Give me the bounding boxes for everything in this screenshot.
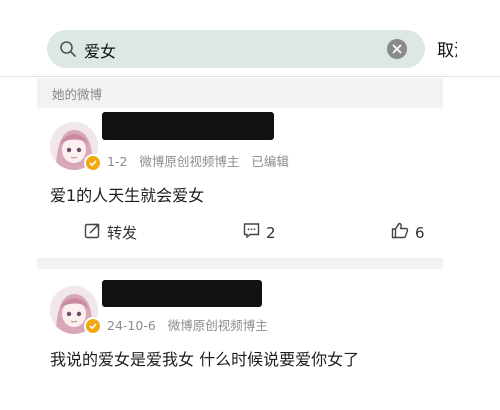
post-meta: 1-2 微博原创视频博主 已编辑 bbox=[107, 151, 297, 170]
redacted-username bbox=[102, 112, 274, 140]
post-meta: 24-10-6 微博原创视频博主 bbox=[107, 315, 276, 334]
like-button[interactable]: 6 bbox=[391, 222, 425, 243]
repost-label: 转发 bbox=[107, 224, 138, 242]
like-count: 6 bbox=[415, 223, 425, 242]
search-bar[interactable]: 爱女 bbox=[47, 30, 425, 68]
post-date: 24-10-6 bbox=[107, 318, 156, 333]
cancel-button[interactable]: 取消 bbox=[437, 36, 457, 61]
divider bbox=[0, 76, 500, 77]
comment-button[interactable]: 2 bbox=[243, 222, 276, 243]
section-header: 她的微博 bbox=[37, 78, 443, 108]
post-text[interactable]: 我说的爱女是爱我女 什么时候说要爱你女了 bbox=[50, 346, 359, 370]
verified-badge-icon bbox=[84, 154, 102, 172]
edited-label: 已编辑 bbox=[251, 154, 289, 169]
post-separator bbox=[37, 258, 443, 269]
search-input[interactable]: 爱女 bbox=[84, 38, 116, 62]
repost-icon bbox=[84, 222, 101, 243]
redacted-username bbox=[102, 280, 262, 307]
comment-count: 2 bbox=[266, 223, 276, 242]
clear-icon[interactable] bbox=[387, 39, 407, 59]
verified-badge-icon bbox=[84, 317, 102, 335]
section-label: 她的微博 bbox=[52, 87, 103, 102]
repost-button[interactable]: 转发 bbox=[84, 222, 137, 243]
like-icon bbox=[391, 222, 409, 243]
post-date: 1-2 bbox=[107, 154, 128, 169]
search-icon bbox=[59, 40, 77, 58]
post-tag: 微博原创视频博主 bbox=[167, 318, 268, 333]
post-tag: 微博原创视频博主 bbox=[139, 154, 240, 169]
comment-icon bbox=[243, 222, 260, 243]
post-text[interactable]: 爱1的人天生就会爱女 bbox=[50, 182, 204, 206]
